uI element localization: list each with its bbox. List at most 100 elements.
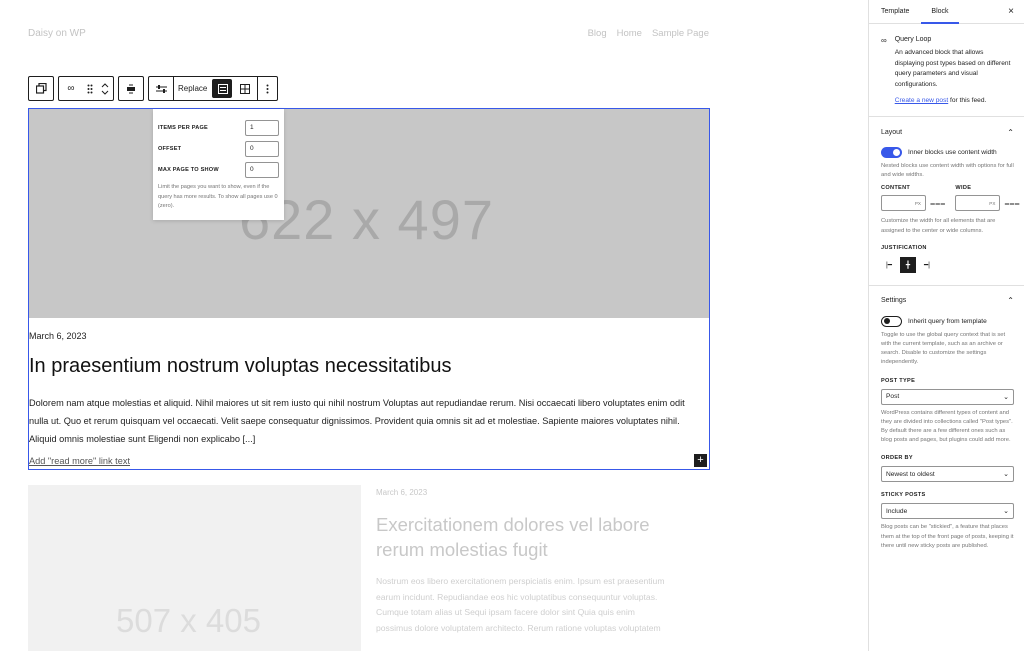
max-page-label: MAX PAGE TO SHOW xyxy=(158,166,219,173)
chevron-down-icon: ⌄ xyxy=(1003,393,1009,401)
more-options-icon[interactable] xyxy=(257,77,277,100)
toolbar-group-align xyxy=(118,76,144,101)
inherit-query-toggle[interactable] xyxy=(881,315,902,327)
post2-featured-image[interactable]: 507 x 405 xyxy=(28,485,361,651)
post-type-label: POST TYPE xyxy=(881,377,916,384)
post-excerpt[interactable]: Dolorem nam atque molestias et aliquid. … xyxy=(29,394,705,448)
wide-width-input[interactable]: PX xyxy=(955,195,1001,212)
sticky-posts-select[interactable]: Include ⌄ xyxy=(881,503,1014,520)
block-parent-icon[interactable] xyxy=(29,77,53,100)
content-width-input[interactable]: PX xyxy=(881,195,926,212)
layout-panel-title: Layout xyxy=(881,128,903,136)
settings-panel: Settings ⌃ Inherit query from template T… xyxy=(869,286,1024,563)
site-navigation: Blog Home Sample Page xyxy=(588,28,709,39)
tab-block[interactable]: Block xyxy=(921,0,958,24)
content-width-help: Nested blocks use content width with opt… xyxy=(881,163,1014,179)
wide-width-align-icon[interactable]: ⩶ xyxy=(1004,198,1019,209)
post-date[interactable]: March 6, 2023 xyxy=(29,331,87,341)
tab-template[interactable]: Template xyxy=(869,0,921,24)
layout-panel: Layout ⌃ Inner blocks use content width … xyxy=(869,117,1024,286)
items-per-page-input[interactable]: 1 xyxy=(245,119,279,136)
toolbar-group-block: ∞ xyxy=(58,76,114,101)
post-title[interactable]: In praesentium nostrum voluptas necessit… xyxy=(29,355,451,378)
content-width-toggle[interactable] xyxy=(881,147,902,158)
order-by-select[interactable]: Newest to oldest ⌄ xyxy=(881,466,1014,483)
offset-input[interactable]: 0 xyxy=(245,140,279,157)
wide-width-label: WIDE xyxy=(955,185,972,192)
post2-excerpt[interactable]: Nostrum eos libero exercitationem perspi… xyxy=(376,574,666,636)
width-fields: CONTENT PX ⩶ WIDE PX ⩶ xyxy=(881,185,1020,212)
add-block-icon[interactable]: + xyxy=(694,454,707,467)
block-name: Query Loop xyxy=(894,36,932,43)
items-per-page-row: ITEMS PER PAGE 1 xyxy=(158,117,279,138)
nav-item-blog[interactable]: Blog xyxy=(588,28,607,39)
chevron-down-icon: ⌄ xyxy=(1003,471,1009,479)
settings-panel-header[interactable]: Settings ⌃ xyxy=(881,286,1014,316)
replace-button[interactable]: Replace xyxy=(173,77,211,100)
drag-handle-icon[interactable] xyxy=(83,77,97,100)
create-new-post-link[interactable]: Create a new post xyxy=(895,97,949,104)
order-by-label: ORDER BY xyxy=(881,455,913,462)
move-arrows-icon[interactable] xyxy=(97,77,113,100)
query-settings-popover: ITEMS PER PAGE 1 OFFSET 0 MAX PAGE TO SH… xyxy=(153,109,284,220)
post-type-select[interactable]: Post ⌄ xyxy=(881,388,1014,405)
wide-width-col: WIDE PX ⩶ xyxy=(955,185,1020,212)
toolbar-group-main: Replace xyxy=(148,76,279,101)
read-more-link-placeholder[interactable]: Add "read more" link text xyxy=(29,456,130,466)
sticky-posts-value: Include xyxy=(886,507,908,515)
max-page-input[interactable]: 0 xyxy=(245,161,279,178)
max-page-help: Limit the pages you want to show, even i… xyxy=(158,184,278,209)
post2-image-placeholder-dimensions: 507 x 405 xyxy=(116,602,261,639)
block-description: An advanced block that allows displaying… xyxy=(894,49,1011,88)
nav-item-home[interactable]: Home xyxy=(617,28,642,39)
content-width-field: PX ⩶ xyxy=(881,195,945,212)
post-type-help: WordPress contains different types of co… xyxy=(881,409,1013,444)
chevron-up-icon: ⌃ xyxy=(1007,296,1014,306)
max-page-row: MAX PAGE TO SHOW 0 xyxy=(158,159,279,180)
query-loop-icon: ∞ xyxy=(881,36,887,45)
items-per-page-label: ITEMS PER PAGE xyxy=(158,124,208,131)
content-width-align-icon[interactable]: ⩶ xyxy=(930,198,945,209)
query-loop-block[interactable]: 622 x 497 March 6, 2023 In praesentium n… xyxy=(28,108,710,470)
chevron-down-icon: ⌄ xyxy=(1003,508,1009,516)
inherit-query-help: Toggle to use the global query context t… xyxy=(881,331,1006,366)
width-help: Customize the width for all elements tha… xyxy=(881,218,996,234)
inherit-query-toggle-row: Inherit query from template xyxy=(881,315,1014,327)
chevron-up-icon: ⌃ xyxy=(1007,127,1014,137)
justify-right-icon[interactable]: ━| xyxy=(919,257,935,273)
block-card: ∞ Query Loop An advanced block that allo… xyxy=(869,24,1024,117)
offset-row: OFFSET 0 xyxy=(158,138,279,159)
align-icon[interactable] xyxy=(119,77,143,100)
order-by-field: ORDER BY Newest to oldest ⌄ xyxy=(881,455,1014,483)
sticky-posts-field: STICKY POSTS Include ⌄ Blog posts can be… xyxy=(881,492,1014,551)
content-width-toggle-row: Inner blocks use content width xyxy=(881,147,1014,158)
post2-title[interactable]: Exercitationem dolores vel labore rerum … xyxy=(376,512,676,562)
query-loop-icon[interactable]: ∞ xyxy=(59,77,83,100)
justification-label: JUSTIFICATION xyxy=(881,244,927,251)
post2-date[interactable]: March 6, 2023 xyxy=(376,488,427,497)
grid-view-icon[interactable] xyxy=(233,77,257,100)
site-title[interactable]: Daisy on WP xyxy=(28,28,86,39)
settings-sliders-icon[interactable] xyxy=(149,77,173,100)
editor-canvas: Daisy on WP Blog Home Sample Page ∞ Repl… xyxy=(0,0,868,651)
post-type-value: Post xyxy=(886,393,900,401)
list-view-icon[interactable] xyxy=(212,79,233,98)
create-post-text: Create a new post for this feed. xyxy=(895,97,1014,104)
sticky-posts-help: Blog posts can be "stickied", a feature … xyxy=(881,524,1014,549)
offset-label: OFFSET xyxy=(158,145,182,152)
settings-panel-title: Settings xyxy=(881,297,907,305)
wide-width-field: PX ⩶ xyxy=(955,195,1020,212)
layout-panel-header[interactable]: Layout ⌃ xyxy=(881,117,1014,147)
sticky-posts-label: STICKY POSTS xyxy=(881,492,926,499)
create-post-suffix: for this feed. xyxy=(948,97,987,104)
nav-item-sample-page[interactable]: Sample Page xyxy=(652,28,709,39)
close-icon[interactable]: × xyxy=(1008,6,1014,17)
justify-center-icon[interactable]: ╋ xyxy=(900,256,916,273)
sidebar-tabs: Template Block × xyxy=(869,0,1024,24)
content-width-label: CONTENT xyxy=(881,185,911,192)
block-toolbar: ∞ Replace xyxy=(28,76,279,101)
settings-sidebar: Template Block × ∞ Query Loop An advance… xyxy=(868,0,1024,651)
post-type-field: POST TYPE Post ⌄ WordPress contains diff… xyxy=(881,378,1014,446)
featured-image-placeholder[interactable]: 622 x 497 xyxy=(29,109,709,318)
justify-left-icon[interactable]: |━ xyxy=(881,257,897,273)
